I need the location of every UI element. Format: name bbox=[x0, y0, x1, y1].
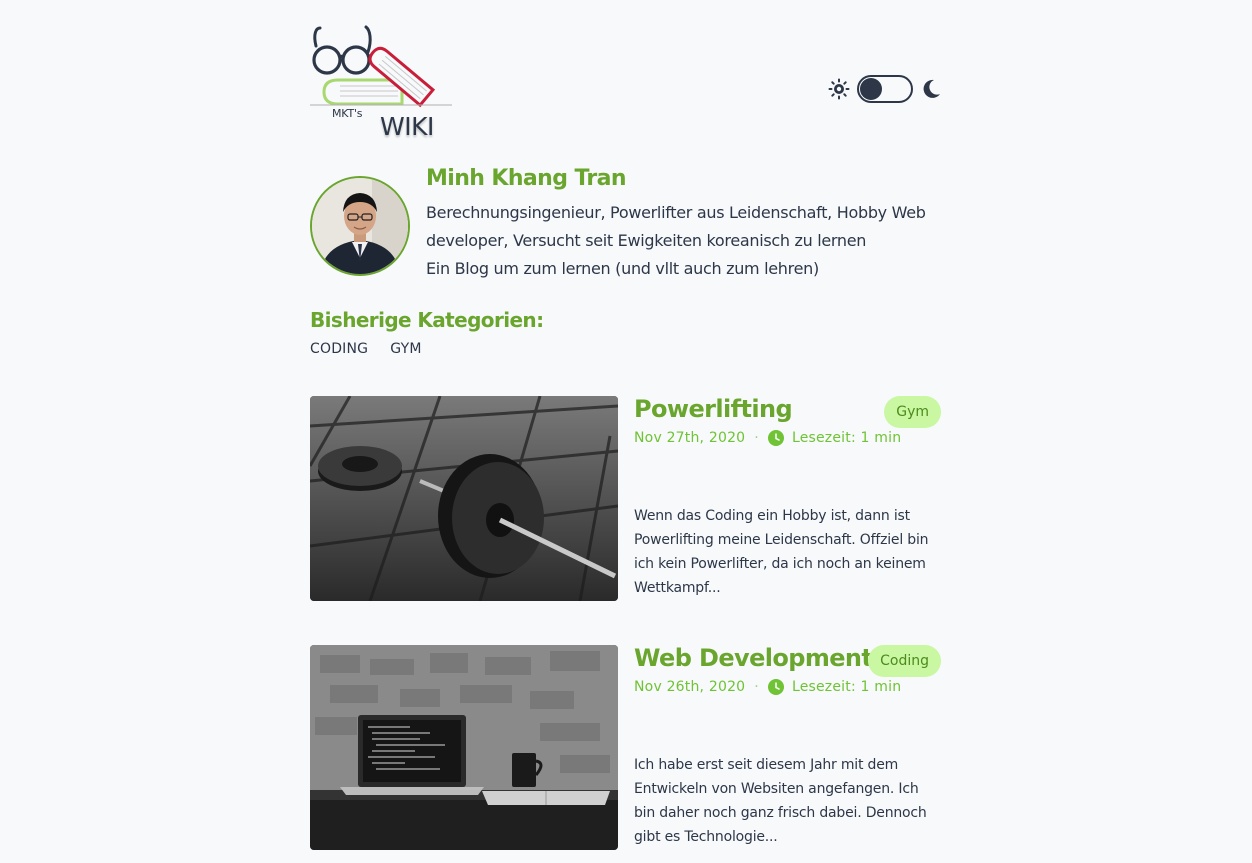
post-tag[interactable]: Gym bbox=[884, 396, 941, 428]
post-reading-time: Lesezeit: 1 min bbox=[791, 679, 902, 695]
meta-separator: · bbox=[754, 430, 759, 446]
profile-photo bbox=[312, 178, 408, 274]
post-excerpt: Ich habe erst seit diesem Jahr mit dem E… bbox=[634, 757, 927, 845]
profile-bio: Berechnungsingenieur, Powerlifter aus Le… bbox=[426, 199, 931, 283]
switch-knob bbox=[860, 78, 882, 100]
post-card: Powerlifting Gym Nov 27th, 2020 · Leseze… bbox=[310, 395, 941, 601]
post-title[interactable]: Powerlifting bbox=[634, 395, 793, 423]
post-excerpt: Wenn das Coding ein Hobby ist, dann ist … bbox=[634, 508, 929, 596]
site-logo[interactable]: MKT's WIKI bbox=[310, 24, 452, 146]
clock-icon bbox=[767, 679, 784, 695]
categories-list: CODING GYM bbox=[310, 341, 422, 357]
clock-icon bbox=[767, 430, 784, 446]
page-container: MKT's WIKI Minh Khang Tran Berechnungsin… bbox=[310, 0, 941, 863]
sun-icon[interactable] bbox=[828, 78, 850, 100]
logo-wiki-text: WIKI bbox=[380, 112, 434, 141]
theme-toggle bbox=[828, 74, 942, 104]
post-meta: Nov 26th, 2020 · Lesezeit: 1 min bbox=[634, 679, 901, 695]
post-reading-time: Lesezeit: 1 min bbox=[791, 430, 902, 446]
avatar bbox=[310, 176, 410, 276]
profile-bio-line: Berechnungsingenieur, Powerlifter aus Le… bbox=[426, 203, 926, 250]
meta-separator: · bbox=[754, 679, 759, 695]
post-title[interactable]: Web Development bbox=[634, 644, 873, 672]
post-card: Web Development Coding Nov 26th, 2020 · … bbox=[310, 644, 941, 850]
post-image-web-development[interactable] bbox=[310, 645, 618, 850]
profile-name: Minh Khang Tran bbox=[426, 166, 627, 191]
logo-mkt-text: MKT's bbox=[332, 107, 363, 120]
post-tag[interactable]: Coding bbox=[868, 645, 941, 677]
post-meta: Nov 27th, 2020 · Lesezeit: 1 min bbox=[634, 430, 901, 446]
post-image-powerlifting[interactable] bbox=[310, 396, 618, 601]
post-date: Nov 27th, 2020 bbox=[634, 430, 746, 446]
profile-bio-line: Ein Blog um zum lernen (und vllt auch zu… bbox=[426, 259, 819, 278]
category-link-gym[interactable]: GYM bbox=[390, 341, 421, 357]
post-date: Nov 26th, 2020 bbox=[634, 679, 746, 695]
moon-icon[interactable] bbox=[920, 78, 942, 100]
dark-mode-switch[interactable] bbox=[857, 75, 913, 103]
categories-heading: Bisherige Kategorien: bbox=[310, 308, 544, 332]
category-link-coding[interactable]: CODING bbox=[310, 341, 368, 357]
